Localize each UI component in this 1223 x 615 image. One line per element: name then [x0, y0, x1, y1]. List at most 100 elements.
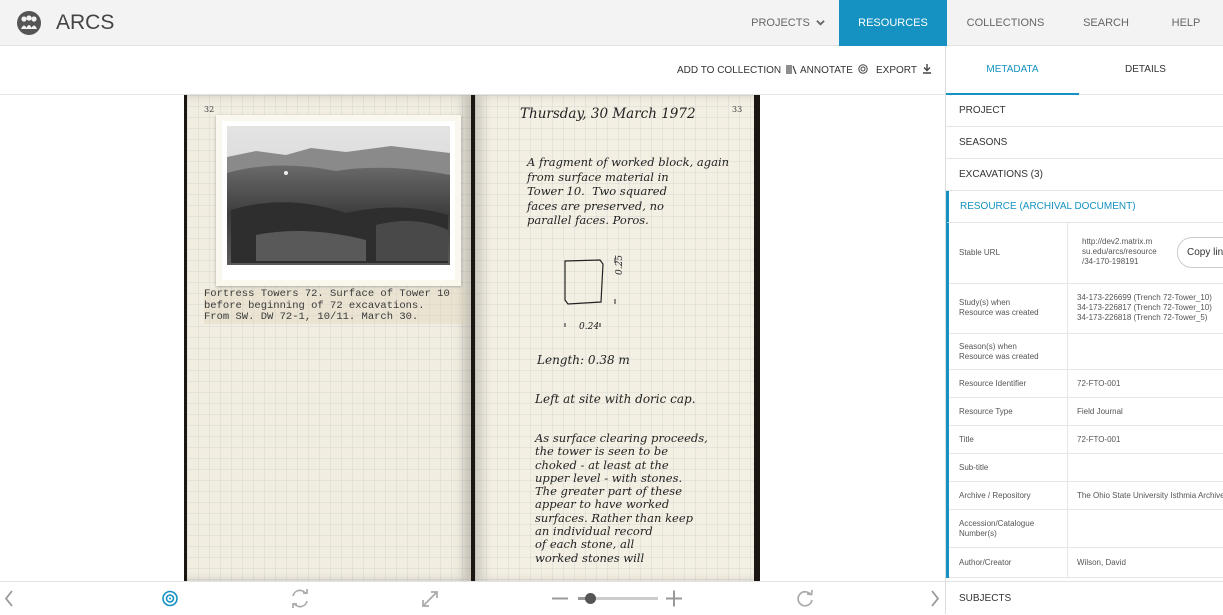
entry-line: from surface material in [527, 169, 669, 184]
target-icon [858, 64, 868, 74]
arcs-logo-icon[interactable] [16, 10, 42, 36]
block-sketch [564, 258, 616, 327]
entry-line: A fragment of worked block, again [527, 155, 730, 169]
entry-text: A fragment of worked block, again from su… [527, 155, 729, 228]
field-label-line: Number(s) [959, 529, 997, 538]
nav-collections[interactable]: COLLECTIONS [958, 0, 1053, 46]
zoom-slider-handle[interactable] [585, 593, 596, 604]
table-row: Sub-title [949, 454, 1223, 482]
chevron-down-icon [816, 20, 825, 26]
length-note: Length: 0.38 m [537, 353, 630, 367]
entry-line: faces are preserved, no [527, 198, 664, 213]
copy-link-button[interactable]: Copy link [1177, 237, 1223, 268]
download-icon [922, 64, 931, 74]
field-value-line[interactable]: 34-173-226817 (Trench 72-Tower_10) [1077, 303, 1223, 313]
add-to-collection-button[interactable]: ADD TO COLLECTION [677, 46, 798, 95]
export-button[interactable]: EXPORT [876, 46, 932, 95]
left-page-number: 32 [204, 105, 215, 114]
field-label: Title [959, 435, 974, 444]
caption-line: Fortress Towers 72. Surface of Tower 10 [204, 288, 450, 300]
note-line: choked - at least at the [535, 457, 669, 472]
tab-metadata[interactable]: METADATA [946, 46, 1079, 95]
field-value: The Ohio State University Isthmia Archiv… [1077, 491, 1223, 500]
field-label-line: Accession/Catalogue [959, 519, 1035, 528]
stable-url-value[interactable]: http://dev2.matrix.m su.edu/arcs/resource… [1082, 237, 1172, 267]
note-line: worked stones will [535, 550, 645, 565]
field-label: Archive / Repository [959, 491, 1031, 500]
previous-page-icon[interactable] [2, 582, 16, 615]
zoom-slider[interactable] [578, 593, 658, 604]
note-line: the tower is seen to be [535, 444, 669, 459]
photo-caption: Fortress Towers 72. Surface of Tower 10 b… [204, 288, 466, 324]
left-page: 32 Fortress Towers 72. Surface of Tower … [187, 95, 471, 581]
fullscreen-icon[interactable] [420, 582, 440, 615]
field-value-line[interactable]: 34-173-226818 (Trench 72-Tower_5) [1077, 313, 1223, 323]
zoom-out-icon[interactable] [550, 582, 570, 615]
dimension-width: 0.24 [579, 322, 600, 332]
note-line: upper level - with stones. [535, 470, 683, 485]
field-value: Field Journal [1077, 407, 1123, 416]
field-label: Study(s) when Resource was created [959, 298, 1069, 318]
note-line: surfaces. Rather than keep [535, 510, 694, 525]
sidebar-tabs: METADATA DETAILS [946, 46, 1223, 95]
accordion-subjects[interactable]: SUBJECTS [946, 581, 1223, 614]
landscape-photo-image [222, 121, 455, 280]
accordion-resource[interactable]: RESOURCE (ARCHIVAL DOCUMENT) [946, 191, 1223, 223]
field-value-line: /34-170-198191 [1082, 257, 1139, 266]
resource-toolbar: ADD TO COLLECTION ANNOTATE EXPORT [0, 46, 945, 95]
zoom-in-icon[interactable] [664, 582, 684, 615]
table-row: Study(s) when Resource was created 34-173… [949, 284, 1223, 334]
nav-help[interactable]: HELP [1160, 0, 1212, 46]
annotate-target-icon[interactable] [161, 582, 179, 615]
viewer-controls [0, 581, 945, 614]
note-line: The greater part of these [535, 484, 683, 499]
top-nav-bar: ARCS PROJECTS RESOURCES COLLECTIONS SEAR… [0, 0, 1223, 46]
entry-date: Thursday, 30 March 1972 [520, 106, 696, 122]
accordion-seasons[interactable]: SEASONS [946, 127, 1223, 159]
rotate-icon[interactable] [290, 582, 310, 615]
add-to-collection-label: ADD TO COLLECTION [677, 65, 782, 76]
app-title[interactable]: ARCS [56, 11, 114, 35]
nav-projects[interactable]: PROJECTS [738, 0, 838, 46]
document-viewer[interactable]: 32 Fortress Towers 72. Surface of Tower … [0, 95, 945, 581]
field-value-line[interactable]: 34-173-226699 (Trench 72-Tower_10) [1077, 293, 1223, 303]
field-label: Resource Type [959, 407, 1013, 416]
field-label-line: Resource was created [959, 308, 1039, 317]
table-row: Season(s) when Resource was created [949, 334, 1223, 370]
metadata-sidebar: METADATA DETAILS PROJECT SEASONS EXCAVAT… [945, 46, 1223, 614]
note-line: of each stone, all [535, 537, 635, 552]
export-label: EXPORT [876, 65, 917, 76]
dimension-height: 0.25 [615, 254, 625, 275]
right-page-number: 33 [732, 105, 743, 114]
field-label: Resource Identifier [959, 379, 1027, 388]
table-row: Author/Creator Wilson, David [949, 548, 1223, 578]
entry-line: Tower 10. Two squared [527, 184, 667, 198]
site-photograph [216, 115, 461, 286]
site-note: Left at site with doric cap. [535, 392, 696, 406]
field-label-line: Stable URL [959, 248, 1000, 257]
clearing-note: As surface clearing proceeds, the tower i… [535, 431, 708, 565]
nav-search[interactable]: SEARCH [1070, 0, 1142, 46]
field-label-line: Season(s) when [959, 342, 1017, 351]
field-value-line: http://dev2.matrix.m [1082, 237, 1153, 246]
nav-projects-label: PROJECTS [751, 17, 810, 29]
field-value: Wilson, David [1077, 558, 1126, 567]
accordion-excavations[interactable]: EXCAVATIONS (3) [946, 159, 1223, 191]
caption-line: From SW. DW 72-1, 10/11. March 30. [204, 311, 419, 323]
nav-resources[interactable]: RESOURCES [839, 0, 947, 46]
field-label: Season(s) when Resource was created [959, 342, 1069, 362]
field-value: 34-173-226699 (Trench 72-Tower_10) 34-173… [1077, 293, 1223, 323]
annotate-button[interactable]: ANNOTATE [800, 46, 868, 95]
field-label-line: Study(s) when [959, 298, 1011, 307]
next-page-icon[interactable] [928, 582, 942, 615]
entry-line: parallel faces. Poros. [527, 213, 649, 227]
tab-details[interactable]: DETAILS [1079, 46, 1212, 95]
note-line: appear to have worked [535, 497, 670, 512]
accordion-project[interactable]: PROJECT [946, 95, 1223, 127]
redo-rotate-icon[interactable] [795, 582, 815, 615]
field-value: 72-FTO-001 [1077, 435, 1121, 444]
field-label-line: Resource was created [959, 352, 1039, 361]
library-icon [786, 65, 797, 75]
table-row: Accession/Catalogue Number(s) [949, 510, 1223, 548]
notebook-scan: 32 Fortress Towers 72. Surface of Tower … [184, 95, 760, 581]
